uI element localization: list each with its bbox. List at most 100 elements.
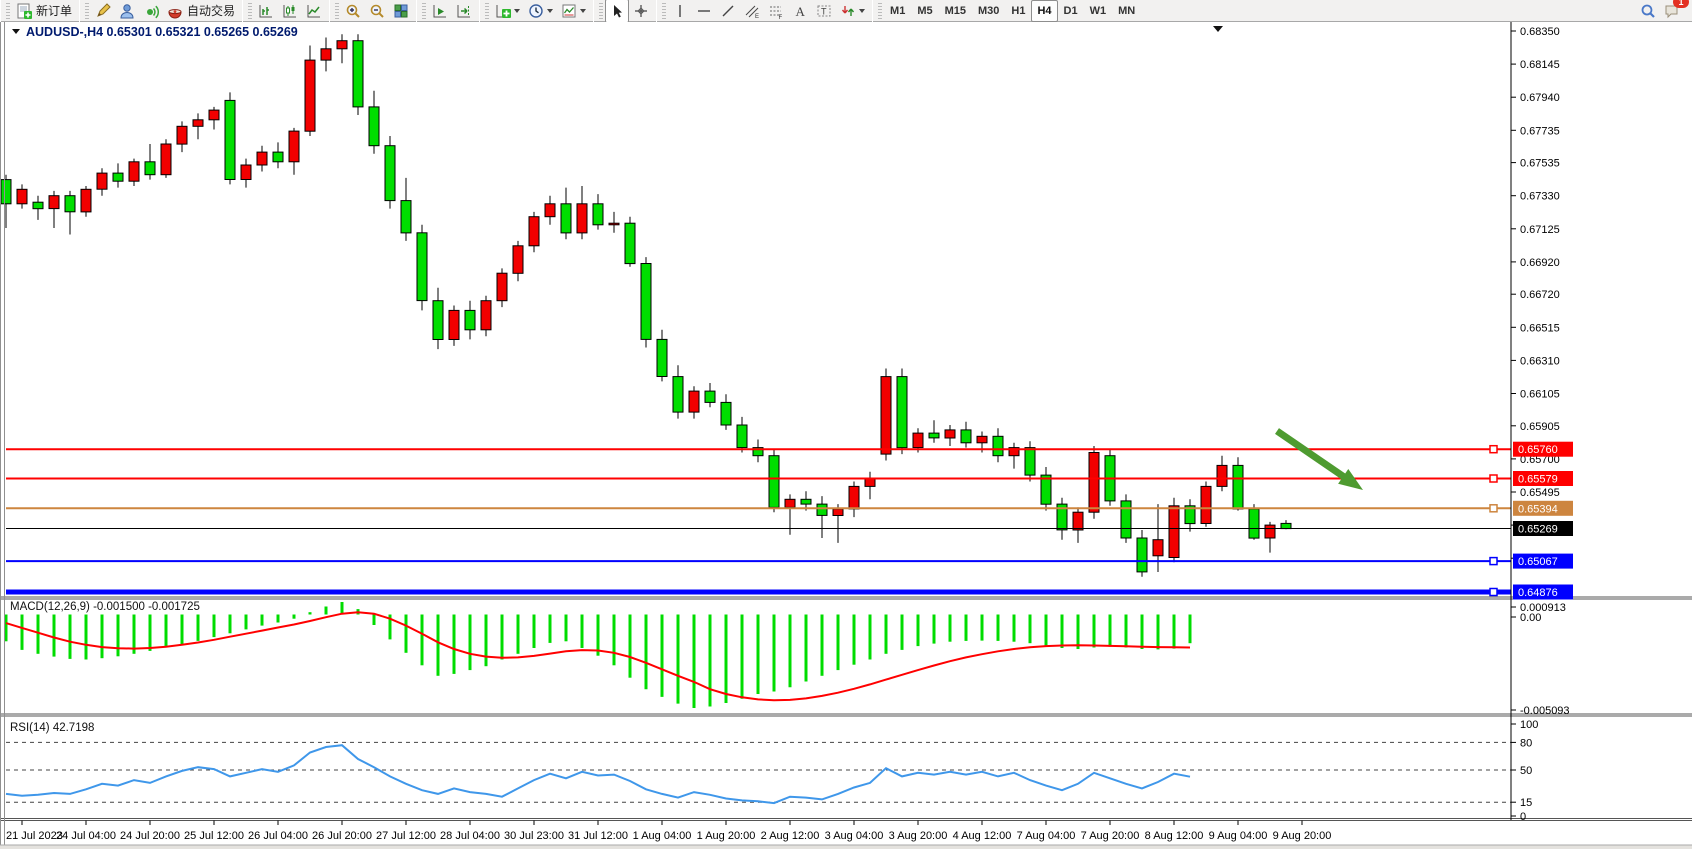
new-order-button-label: 新订单 [36, 2, 72, 19]
time-tick-label: 31 Jul 12:00 [568, 830, 628, 842]
templates-button[interactable] [557, 0, 590, 23]
line-handle[interactable] [1490, 558, 1497, 565]
pencil-icon [95, 3, 111, 19]
level-price-tag-label: 0.65394 [1518, 503, 1558, 515]
candle-body [385, 146, 395, 201]
timeframe-M15-button[interactable]: M15 [939, 0, 972, 22]
bar-chart-icon [258, 3, 274, 19]
axis-tick-label: 0.67940 [1520, 92, 1560, 104]
channel-icon: E [744, 3, 760, 19]
toolbar-group [479, 0, 593, 22]
timeframe-M1-button[interactable]: M1 [884, 0, 911, 22]
candle-body [689, 391, 699, 412]
crosshair-button[interactable] [629, 0, 653, 23]
timeframe-group: M1M5M15M30H1H4D1W1MN [872, 0, 1144, 22]
axis-tick-label: 0.66720 [1520, 289, 1560, 301]
line-chart-button[interactable] [302, 0, 326, 23]
horizontal-line-button[interactable] [692, 0, 716, 23]
templates-icon [561, 3, 577, 19]
candle-body [865, 478, 875, 486]
text-button[interactable]: A [788, 0, 812, 23]
candle-body [257, 152, 267, 165]
chevron-down-icon[interactable] [859, 9, 865, 13]
candle-body [961, 430, 971, 443]
signals-button[interactable] [139, 0, 163, 23]
toolbar-grip [6, 3, 10, 19]
line-handle[interactable] [1490, 475, 1497, 482]
candle-body [305, 60, 315, 131]
candle-body [129, 162, 139, 181]
profiles-button[interactable] [115, 0, 139, 23]
hline-icon [696, 3, 712, 19]
candle-body [353, 41, 363, 107]
candle-body [145, 162, 155, 175]
timeframe-H1-button[interactable]: H1 [1005, 0, 1031, 22]
timeframe-MN-button[interactable]: MN [1112, 0, 1141, 22]
axis-tick-label: 0.66310 [1520, 355, 1560, 367]
time-tick-label: 27 Jul 12:00 [376, 830, 436, 842]
candle-body [1217, 465, 1227, 486]
candle-body [161, 144, 171, 175]
level-price-tag-label: 0.65579 [1518, 474, 1558, 486]
auto-trading-button-label: 自动交易 [187, 2, 235, 19]
bar-chart-button[interactable] [254, 0, 278, 23]
timeframe-D1-button[interactable]: D1 [1058, 0, 1084, 22]
candle-body [561, 204, 571, 233]
cursor-button[interactable] [605, 0, 629, 23]
timeframe-H4-button[interactable]: H4 [1031, 0, 1057, 22]
chevron-down-icon[interactable] [547, 9, 553, 13]
candle-body [737, 425, 747, 448]
candle-body [49, 196, 59, 209]
periods-button[interactable] [524, 0, 557, 23]
axis-tick-label: 0.66920 [1520, 257, 1560, 269]
line-handle[interactable] [1490, 446, 1497, 453]
indicators-button[interactable] [491, 0, 524, 23]
time-tick-label: 26 Jul 04:00 [248, 830, 308, 842]
channel-button[interactable]: E [740, 0, 764, 23]
fibonacci-button[interactable]: F [764, 0, 788, 23]
chart-background [0, 22, 1692, 849]
toolbar-grip [599, 3, 603, 19]
arrows-button[interactable] [836, 0, 869, 23]
auto-scroll-button[interactable] [428, 0, 452, 23]
timeframe-W1-button[interactable]: W1 [1084, 0, 1113, 22]
time-tick-label: 1 Aug 04:00 [633, 830, 692, 842]
candle-body [401, 201, 411, 233]
search-button[interactable] [1636, 0, 1660, 23]
chevron-down-icon[interactable] [580, 9, 586, 13]
drawing-button[interactable] [91, 0, 115, 23]
vertical-line-button[interactable] [668, 0, 692, 23]
chart-area[interactable]: AUDUSD-,H4 0.65301 0.65321 0.65265 0.652… [0, 22, 1692, 849]
auto-trading-button[interactable]: 自动交易 [163, 0, 239, 23]
candle-body [785, 499, 795, 507]
timeframe-M30-button[interactable]: M30 [972, 0, 1005, 22]
chevron-down-icon[interactable] [514, 9, 520, 13]
toolbar-grip [248, 3, 252, 19]
candle-body [1169, 506, 1179, 558]
trendline-button[interactable] [716, 0, 740, 23]
toolbar-group: 新订单 [0, 0, 79, 22]
chart-canvas[interactable]: AUDUSD-,H4 0.65301 0.65321 0.65265 0.652… [0, 22, 1692, 849]
candle-chart-button[interactable] [278, 0, 302, 23]
zoom-in-button[interactable] [341, 0, 365, 23]
text-label-button[interactable]: T [812, 0, 836, 23]
line-handle[interactable] [1490, 505, 1497, 512]
candle-body [417, 233, 427, 301]
candle-body [593, 204, 603, 225]
line-chart-icon [306, 3, 322, 19]
time-tick-label: 1 Aug 20:00 [697, 830, 756, 842]
horizontal-scrollbar[interactable] [0, 845, 1692, 849]
rsi-scale-label: 80 [1520, 737, 1532, 749]
candle-body [673, 377, 683, 413]
line-handle[interactable] [1490, 589, 1497, 596]
cursor-icon [609, 3, 625, 19]
chat-button[interactable]: 1 [1660, 0, 1684, 23]
new-order-button[interactable]: 新订单 [12, 0, 76, 23]
chart-shift-button[interactable] [452, 0, 476, 23]
tile-windows-button[interactable] [389, 0, 413, 23]
timeframe-M5-button[interactable]: M5 [911, 0, 938, 22]
candle-body [769, 456, 779, 508]
time-tick-label: 21 Jul 2023 [6, 830, 63, 842]
candle-body [913, 433, 923, 448]
zoom-out-button[interactable] [365, 0, 389, 23]
